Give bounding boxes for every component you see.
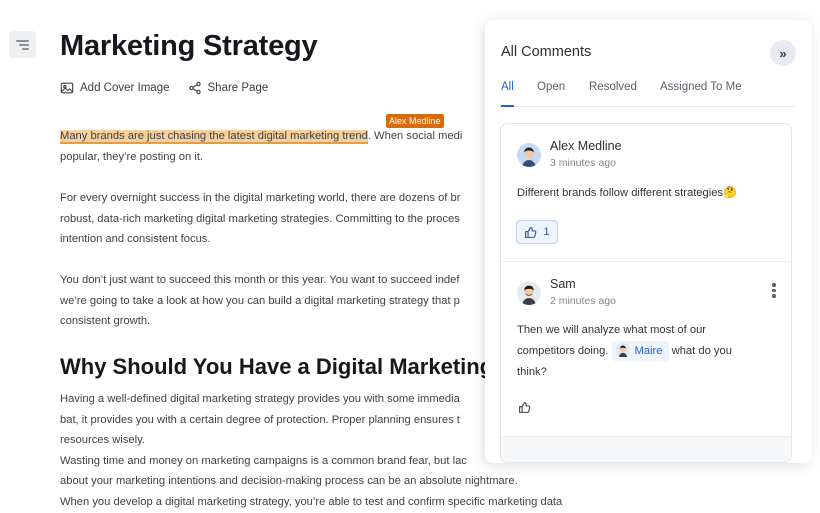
paragraph-1[interactable]: Many brands are just chasing the latest … (60, 126, 462, 167)
share-icon (188, 81, 201, 95)
comment-text-line: competitors doing. (517, 345, 609, 357)
share-page-label: Share Page (207, 82, 269, 94)
like-button[interactable] (518, 401, 531, 419)
double-chevron-right-icon: » (779, 45, 787, 61)
doc-actions: Add Cover Image Share Page (60, 81, 268, 95)
paragraph-text: . When social medi (367, 130, 463, 142)
comment-filter-tabs: All Open Resolved Assigned To Me (501, 78, 796, 107)
collapse-panel-button[interactable]: » (770, 40, 796, 66)
page-title[interactable]: Marketing Strategy (60, 30, 318, 63)
mention-name: Maire (634, 345, 663, 357)
thumbs-up-icon (525, 226, 537, 238)
paragraph-text: When you develop a digital marketing str… (60, 495, 563, 508)
add-cover-image-button[interactable]: Add Cover Image (60, 81, 170, 95)
active-tab-indicator (501, 105, 514, 107)
comment-text-line: think? (517, 366, 547, 378)
comment-divider (501, 261, 791, 262)
comment-timestamp: 2 minutes ago (550, 295, 616, 307)
paragraph-3[interactable]: You don’t just want to succeed this mont… (60, 270, 460, 332)
add-cover-image-label: Add Cover Image (80, 82, 170, 94)
paragraph-text: resources wisely. (60, 434, 145, 446)
paragraph-text: intention and consistent focus. (60, 233, 211, 245)
paragraph-text: You don’t just want to succeed this mont… (60, 274, 460, 286)
toc-toggle-button[interactable] (9, 31, 36, 58)
reply-area[interactable] (501, 436, 791, 462)
tab-assigned-to-me[interactable]: Assigned To Me (660, 81, 742, 93)
mention-avatar-icon (615, 343, 630, 357)
more-options-icon[interactable] (772, 283, 776, 299)
comment-author[interactable]: Alex Medline (550, 139, 622, 153)
section-heading[interactable]: Why Should You Have a Digital Marketing (60, 354, 493, 380)
toc-icon-line (19, 44, 29, 46)
user-avatar-icon (517, 281, 541, 305)
tab-resolved[interactable]: Resolved (589, 81, 637, 93)
comment-thread: Alex Medline 3 minutes ago Different bra… (500, 123, 792, 463)
tab-all[interactable]: All (501, 81, 514, 93)
paragraph-text: bat, it provides you with a certain degr… (60, 413, 460, 426)
paragraph-text: we’re going to take a look at how you ca… (60, 294, 460, 307)
paragraph-text: about your marketing intentions and deci… (60, 475, 518, 487)
toc-icon (16, 40, 29, 42)
paragraph-text: For every overnight success in the digit… (60, 192, 461, 204)
like-count: 1 (543, 226, 550, 238)
toc-icon-line (22, 48, 29, 50)
paragraph-text: robust, data-rich marketing digital mark… (60, 212, 460, 225)
paragraph-text: popular, they’re posting on it. (60, 150, 204, 163)
paragraph-text: Wasting time and money on marketing camp… (60, 454, 467, 467)
paragraph-text: Having a well-defined digital marketing … (60, 393, 460, 405)
avatar (517, 143, 541, 167)
like-button[interactable]: 1 (516, 220, 558, 244)
comments-panel-title: All Comments (501, 44, 592, 60)
comment-text-line: Then we will analyze what most of our (517, 324, 707, 336)
share-page-button[interactable]: Share Page (188, 81, 269, 95)
comment-author[interactable]: Sam (550, 277, 576, 291)
user-mention[interactable]: Maire (611, 341, 669, 361)
comment-text: Different brands follow different strate… (517, 187, 737, 199)
comment-timestamp: 3 minutes ago (550, 157, 616, 169)
comment-text: Then we will analyze what most of our co… (517, 320, 732, 383)
paragraph-text: consistent growth. (60, 315, 151, 327)
paragraph-2[interactable]: For every overnight success in the digit… (60, 188, 460, 250)
thumbs-up-icon (519, 402, 531, 413)
image-icon (60, 82, 74, 94)
avatar (517, 281, 541, 305)
comment-text-line: what do you (671, 345, 732, 357)
tab-open[interactable]: Open (537, 81, 565, 93)
user-avatar-icon (517, 143, 541, 167)
comments-panel: All Comments » All Open Resolved Assigne… (485, 20, 812, 463)
commented-highlight[interactable]: Many brands are just chasing the latest … (60, 130, 368, 144)
